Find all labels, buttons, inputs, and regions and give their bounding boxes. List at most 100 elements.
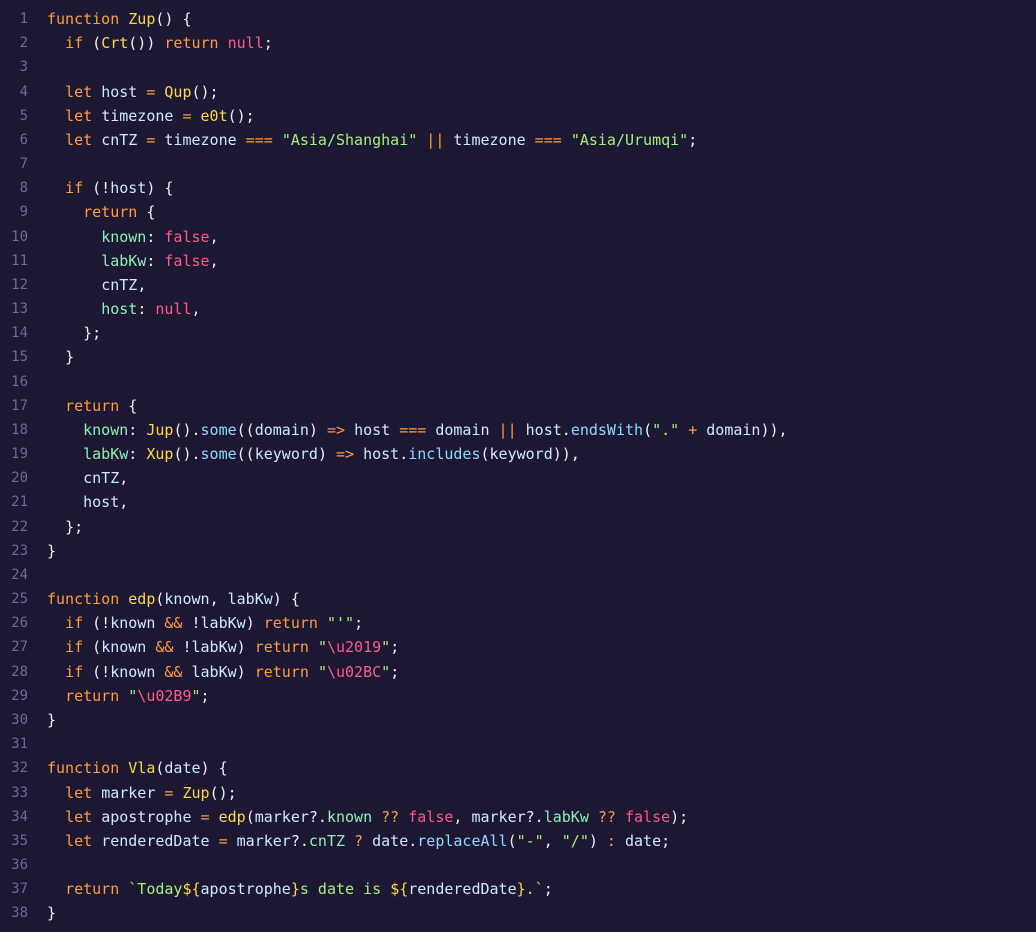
code-line[interactable]: 18 known: Jup().some((domain) => host ==… (0, 418, 1036, 442)
code-text[interactable]: if (!known && !labKw) return "'"; (47, 611, 1036, 635)
code-text[interactable]: return { (47, 394, 1036, 418)
code-token: return (65, 880, 120, 899)
code-text[interactable]: return "\u02B9"; (47, 684, 1036, 708)
code-text[interactable]: host, (47, 490, 1036, 514)
code-text[interactable]: function Zup() { (47, 7, 1036, 31)
line-number: 7 (19, 156, 28, 173)
code-line[interactable]: 30} (0, 708, 1036, 732)
code-line[interactable]: 23} (0, 539, 1036, 563)
code-text[interactable]: labKw: false, (47, 249, 1036, 273)
code-token: known (101, 638, 147, 657)
code-line[interactable]: 33 let marker = Zup(); (0, 781, 1036, 805)
code-line[interactable]: 35 let renderedDate = marker?.cnTZ ? dat… (0, 829, 1036, 853)
code-token: labKw (200, 614, 246, 633)
code-line[interactable]: 9 return { (0, 200, 1036, 224)
code-token: cnTZ (83, 469, 120, 488)
code-token: host (354, 420, 391, 439)
code-text[interactable]: let timezone = e0t(); (47, 104, 1036, 128)
code-text[interactable]: function edp(known, labKw) { (47, 587, 1036, 611)
code-text[interactable]: }; (47, 321, 1036, 345)
code-text[interactable]: } (47, 901, 1036, 925)
code-text[interactable]: if (!host) { (47, 176, 1036, 200)
code-text[interactable]: labKw: Xup().some((keyword) => host.incl… (47, 442, 1036, 466)
code-line[interactable]: 1 function Zup() { (0, 7, 1036, 31)
code-line[interactable]: 29 return "\u02B9"; (0, 684, 1036, 708)
code-token: (! (83, 614, 111, 633)
code-text[interactable]: let host = Qup(); (47, 80, 1036, 104)
code-token: Crt (101, 34, 129, 53)
code-line[interactable]: 21 host, (0, 490, 1036, 514)
code-line[interactable]: 20 cnTZ, (0, 466, 1036, 490)
code-line[interactable]: 14 }; (0, 321, 1036, 345)
code-token: "-" (516, 831, 544, 850)
code-line[interactable]: 7 (0, 152, 1036, 176)
code-text[interactable]: return { (47, 200, 1036, 224)
code-token: false (164, 251, 210, 270)
code-text[interactable]: } (47, 708, 1036, 732)
code-line[interactable]: 3 (0, 55, 1036, 79)
code-line[interactable]: 27 if (known && !labKw) return "\u2019"; (0, 635, 1036, 659)
code-token: ?? (372, 807, 409, 826)
code-text[interactable]: if (Crt()) return null; (47, 31, 1036, 55)
code-text[interactable] (47, 563, 1036, 587)
code-line[interactable]: 10 known: false, (0, 225, 1036, 249)
code-line[interactable]: 37 return `Today${apostrophe}s date is $… (0, 877, 1036, 901)
code-text[interactable]: let cnTZ = timezone === "Asia/Shanghai" … (47, 128, 1036, 152)
code-line[interactable]: 8 if (!host) { (0, 176, 1036, 200)
code-line[interactable]: 2 if (Crt()) return null; (0, 31, 1036, 55)
code-line[interactable]: 4 let host = Qup(); (0, 80, 1036, 104)
code-line[interactable]: 38} (0, 901, 1036, 925)
code-token: ; (390, 662, 400, 681)
code-line[interactable]: 34 let apostrophe = edp(marker?.known ??… (0, 805, 1036, 829)
code-token: ) { (146, 179, 174, 198)
code-text[interactable]: let marker = Zup(); (47, 781, 1036, 805)
code-token: " (381, 638, 391, 657)
code-line[interactable]: 13 host: null, (0, 297, 1036, 321)
code-line[interactable]: 22 }; (0, 515, 1036, 539)
code-token: false (625, 807, 671, 826)
code-line[interactable]: 24 (0, 563, 1036, 587)
code-text[interactable]: if (!known && labKw) return "\u02BC"; (47, 660, 1036, 684)
code-line[interactable]: 32 function Vla(date) { (0, 756, 1036, 780)
code-text[interactable] (47, 55, 1036, 79)
code-token: let (65, 831, 93, 850)
code-editor[interactable]: 1 function Zup() {2 if (Crt()) return nul… (0, 0, 1036, 932)
code-text[interactable] (47, 853, 1036, 877)
code-line[interactable]: 11 labKw: false, (0, 249, 1036, 273)
code-line[interactable]: 26 if (!known && !labKw) return "'"; (0, 611, 1036, 635)
code-text[interactable]: function Vla(date) { (47, 756, 1036, 780)
code-token: === (390, 420, 436, 439)
code-text[interactable]: known: Jup().some((domain) => host === d… (47, 418, 1036, 442)
code-text[interactable]: host: null, (47, 297, 1036, 321)
code-line[interactable]: 36 (0, 853, 1036, 877)
code-line[interactable]: 31 (0, 732, 1036, 756)
code-text[interactable]: cnTZ, (47, 466, 1036, 490)
code-text[interactable] (47, 370, 1036, 394)
code-text[interactable]: } (47, 539, 1036, 563)
code-text[interactable]: cnTZ, (47, 273, 1036, 297)
code-line[interactable]: 16 (0, 370, 1036, 394)
code-line[interactable]: 6 let cnTZ = timezone === "Asia/Shanghai… (0, 128, 1036, 152)
code-line[interactable]: 5 let timezone = e0t(); (0, 104, 1036, 128)
code-text[interactable]: }; (47, 515, 1036, 539)
code-line[interactable]: 28 if (!known && labKw) return "\u02BC"; (0, 660, 1036, 684)
code-line[interactable]: 25 function edp(known, labKw) { (0, 587, 1036, 611)
code-text[interactable]: known: false, (47, 225, 1036, 249)
code-line[interactable]: 12 cnTZ, (0, 273, 1036, 297)
code-text[interactable]: let renderedDate = marker?.cnTZ ? date.r… (47, 829, 1036, 853)
code-token: domain (706, 420, 761, 439)
code-text[interactable]: if (known && !labKw) return "\u2019"; (47, 635, 1036, 659)
code-line[interactable]: 15 } (0, 345, 1036, 369)
code-token: return (254, 638, 309, 657)
code-text[interactable]: } (47, 345, 1036, 369)
code-text[interactable] (47, 152, 1036, 176)
code-text[interactable]: let apostrophe = edp(marker?.known ?? fa… (47, 805, 1036, 829)
code-line[interactable]: 19 labKw: Xup().some((keyword) => host.i… (0, 442, 1036, 466)
code-text[interactable] (47, 732, 1036, 756)
code-line[interactable]: 17 return { (0, 394, 1036, 418)
code-text[interactable]: return `Today${apostrophe}s date is ${re… (47, 877, 1036, 901)
line-number: 6 (19, 131, 28, 148)
